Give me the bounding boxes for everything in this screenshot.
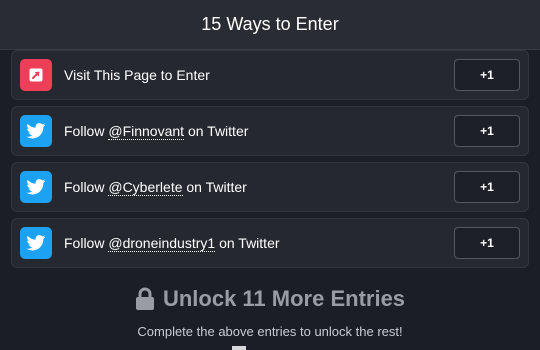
partial-element (232, 346, 246, 350)
entry-follow-finnovant[interactable]: Follow @Finnovant on Twitter +1 (11, 106, 529, 156)
entry-text-before: Follow (64, 123, 109, 139)
entry-text-after: on Twitter (215, 235, 280, 251)
entries-list: Visit This Page to Enter +1 Follow @Finn… (0, 50, 540, 268)
entry-label: Follow @Cyberlete on Twitter (64, 179, 247, 196)
twitter-icon (20, 171, 52, 203)
twitter-handle-link[interactable]: @Cyberlete (108, 179, 183, 196)
plus-one-button[interactable]: +1 (454, 59, 520, 91)
page-header: 15 Ways to Enter (0, 0, 540, 50)
plus-one-button[interactable]: +1 (454, 171, 520, 203)
page-title: 15 Ways to Enter (201, 14, 339, 34)
twitter-icon (20, 115, 52, 147)
entry-text-before: Visit This Page to Enter (64, 67, 210, 83)
entry-text-before: Follow (64, 179, 109, 195)
lock-icon (135, 287, 155, 311)
plus-one-button[interactable]: +1 (454, 227, 520, 259)
entry-visit-page[interactable]: Visit This Page to Enter +1 (11, 50, 529, 100)
twitter-icon (20, 227, 52, 259)
external-link-icon (20, 59, 52, 91)
entry-label: Visit This Page to Enter (64, 67, 210, 83)
entry-follow-cyberlete[interactable]: Follow @Cyberlete on Twitter +1 (11, 162, 529, 212)
unlock-heading: Unlock 11 More Entries (0, 286, 540, 312)
entry-label: Follow @Finnovant on Twitter (64, 123, 249, 140)
entry-label: Follow @droneindustry1 on Twitter (64, 235, 280, 252)
plus-one-button[interactable]: +1 (454, 115, 520, 147)
twitter-handle-link[interactable]: @Finnovant (108, 123, 185, 140)
entry-text-after: on Twitter (184, 123, 249, 139)
unlock-title: Unlock 11 More Entries (162, 286, 406, 311)
entry-text-before: Follow (64, 235, 109, 251)
twitter-handle-link[interactable]: @droneindustry1 (108, 235, 216, 252)
unlock-subtitle: Complete the above entries to unlock the… (137, 324, 403, 339)
entry-follow-droneindustry1[interactable]: Follow @droneindustry1 on Twitter +1 (11, 218, 529, 268)
entry-text-after: on Twitter (182, 179, 247, 195)
unlock-section: Unlock 11 More Entries Complete the abov… (0, 286, 540, 339)
